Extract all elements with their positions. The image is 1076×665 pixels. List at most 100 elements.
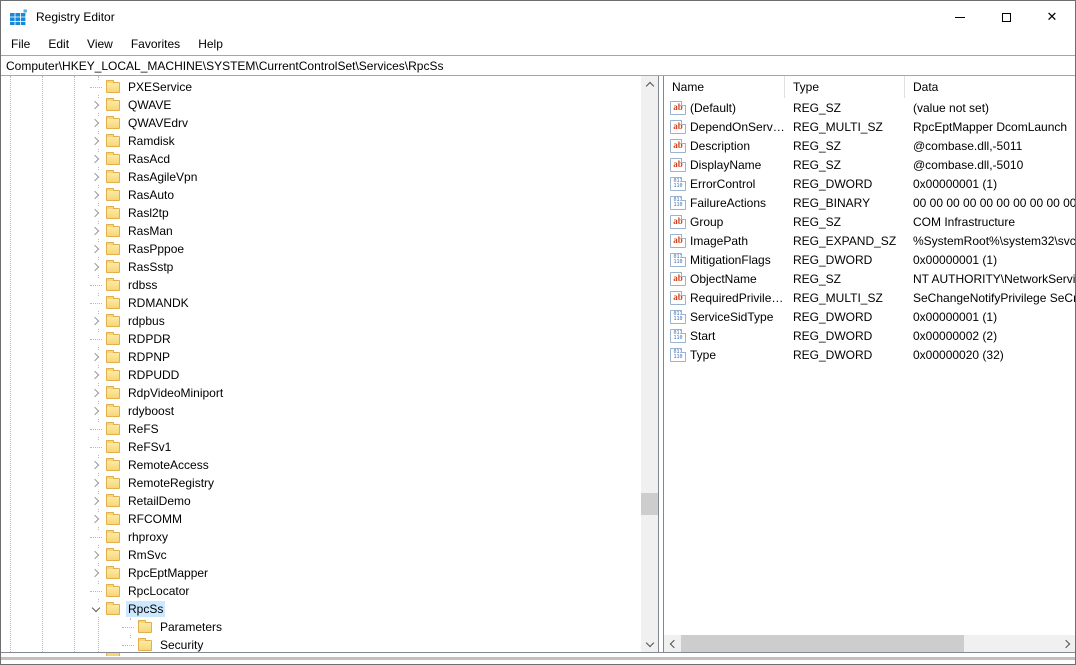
chevron-right-icon[interactable] [89,116,103,130]
value-row-displayname[interactable]: ab DisplayName REG_SZ @combase.dll,-5010 [664,155,1075,174]
tree-item-rdpbus[interactable]: rdpbus [1,312,641,330]
value-row-description[interactable]: ab Description REG_SZ @combase.dll,-5011 [664,136,1075,155]
chevron-right-icon[interactable] [89,386,103,400]
tree-item-rdpnp[interactable]: RDPNP [1,348,641,366]
tree-item-rdmandk[interactable]: RDMANDK [1,294,641,312]
value-data: RpcEptMapper DcomLaunch [913,119,1068,134]
chevron-right-icon[interactable] [89,260,103,274]
menu-item-help[interactable]: Help [189,34,232,54]
tree-item-qwave[interactable]: QWAVE [1,96,641,114]
close-button[interactable]: ✕ [1029,1,1075,33]
tree-item-parameters[interactable]: Parameters [1,618,641,636]
tree-scrollbar-thumb[interactable] [641,493,658,515]
menu-item-view[interactable]: View [78,34,122,54]
tree-item-rdpudd[interactable]: RDPUDD [1,366,641,384]
chevron-right-icon[interactable] [89,404,103,418]
chevron-right-icon[interactable] [89,98,103,112]
value-row-objectname[interactable]: ab ObjectName REG_SZ NT AUTHORITY\NetworkSe… [664,269,1075,288]
chevron-right-icon[interactable] [89,476,103,490]
value-row-servicesidtype[interactable]: 011 110 ServiceSidType REG_DWORD 0x00000001 … [664,307,1075,326]
folder-icon [106,97,120,111]
value-row-failureactions[interactable]: 011 110 FailureActions REG_BINARY 00 00 00 0… [664,193,1075,212]
column-header-name[interactable]: Name [664,76,785,98]
chevron-right-icon[interactable] [89,368,103,382]
value-row-start[interactable]: 011 110 Start REG_DWORD 0x00000002 (2) [664,326,1075,345]
tree-item-rhproxy[interactable]: rhproxy [1,528,641,546]
tree-item-rpceptmapper[interactable]: RpcEptMapper [1,564,641,582]
chevron-right-icon[interactable] [89,188,103,202]
scroll-left-button[interactable] [664,635,681,652]
chevron-right-icon[interactable] [89,152,103,166]
chevron-right-icon[interactable] [89,458,103,472]
tree-item-rdbss[interactable]: rdbss [1,276,641,294]
values-scrollbar-thumb[interactable] [681,635,964,652]
tree-item-rfcomm[interactable]: RFCOMM [1,510,641,528]
value-row-requiredprivileg-[interactable]: ab RequiredPrivileg... REG_MULTI_SZ SeChang… [664,288,1075,307]
tree-item-remoteregistry[interactable]: RemoteRegistry [1,474,641,492]
tree-item-rasauto[interactable]: RasAuto [1,186,641,204]
value-row-mitigationflags[interactable]: 011 110 MitigationFlags REG_DWORD 0x00000001… [664,250,1075,269]
column-header-type[interactable]: Type [785,76,905,98]
tree-item-rdpdr[interactable]: RDPDR [1,330,641,348]
value-row-type[interactable]: 011 110 Type REG_DWORD 0x00000020 (32) [664,345,1075,364]
value-row-dependonservice[interactable]: ab DependOnService REG_MULTI_SZ RpcEptMappe… [664,117,1075,136]
chevron-right-icon[interactable] [89,512,103,526]
folder-icon [106,583,120,597]
tree-item-rpclocator[interactable]: RpcLocator [1,582,641,600]
values-horizontal-scrollbar[interactable] [664,635,1075,652]
tree-item-rmsvc[interactable]: RmSvc [1,546,641,564]
tree-item-ramdisk[interactable]: Ramdisk [1,132,641,150]
tree-vertical-scrollbar[interactable] [641,76,658,652]
tree-item-qwavedrv[interactable]: QWAVEdrv [1,114,641,132]
tree-item-rassstp[interactable]: RasSstp [1,258,641,276]
value-row-group[interactable]: ab Group REG_SZ COM Infrastructure [664,212,1075,231]
chevron-right-icon[interactable] [89,494,103,508]
scroll-up-button[interactable] [641,76,658,93]
chevron-right-icon[interactable] [89,350,103,364]
value-row-imagepath[interactable]: ab ImagePath REG_EXPAND_SZ %SystemRoot%\sys… [664,231,1075,250]
chevron-right-icon[interactable] [89,566,103,580]
chevron-glyph [91,603,101,613]
value-row--default-[interactable]: ab (Default) REG_SZ (value not set) [664,98,1075,117]
chevron-right-icon[interactable] [89,224,103,238]
dotted-stub [90,338,102,340]
chevron-right-icon[interactable] [89,170,103,184]
tree-item-pxeservice[interactable]: PXEService [1,78,641,96]
tree-item-rdyboost[interactable]: rdyboost [1,402,641,420]
maximize-button[interactable] [983,1,1029,33]
chevron-right-icon[interactable] [89,206,103,220]
chevron-glyph [90,190,100,200]
column-header-data[interactable]: Data [905,76,1075,98]
tree-item-refs[interactable]: ReFS [1,420,641,438]
value-row-errorcontrol[interactable]: 011 110 ErrorControl REG_DWORD 0x00000001 (1… [664,174,1075,193]
ab-glyph: ab [673,235,683,245]
tree-item-rasman[interactable]: RasMan [1,222,641,240]
tree-item-refsv1[interactable]: ReFSv1 [1,438,641,456]
tree-item-remoteaccess[interactable]: RemoteAccess [1,456,641,474]
tree-item-rpcss[interactable]: RpcSs [1,600,641,618]
chevron-right-icon[interactable] [89,314,103,328]
minimize-button[interactable] [937,1,983,33]
menu-item-favorites[interactable]: Favorites [122,34,189,54]
tree-item-raspppoe[interactable]: RasPppoe [1,240,641,258]
chevron-right-icon[interactable] [89,134,103,148]
chevron-right-icon[interactable] [89,242,103,256]
chevron-down-icon[interactable] [89,602,103,616]
address-input[interactable] [1,56,1075,75]
chevron-right-icon[interactable] [89,548,103,562]
tree-item-security[interactable]: Security [1,636,641,652]
scroll-right-button[interactable] [1058,635,1075,652]
scroll-down-button[interactable] [641,635,658,652]
tree-item-rasacd[interactable]: RasAcd [1,150,641,168]
tree-item-rdpvideominiport[interactable]: RdpVideoMiniport [1,384,641,402]
folder-icon [106,457,120,471]
value-name: ErrorControl [690,176,756,191]
tree-connector-stub [89,584,103,598]
menu-item-file[interactable]: File [2,34,39,54]
tree-item-rasagilevpn[interactable]: RasAgileVpn [1,168,641,186]
tree-item-retaildemo[interactable]: RetailDemo [1,492,641,510]
binary-glyph: 110 [673,182,683,189]
menu-item-edit[interactable]: Edit [39,34,78,54]
value-data: %SystemRoot%\system32\svc [913,233,1075,248]
tree-item-rasl2tp[interactable]: Rasl2tp [1,204,641,222]
